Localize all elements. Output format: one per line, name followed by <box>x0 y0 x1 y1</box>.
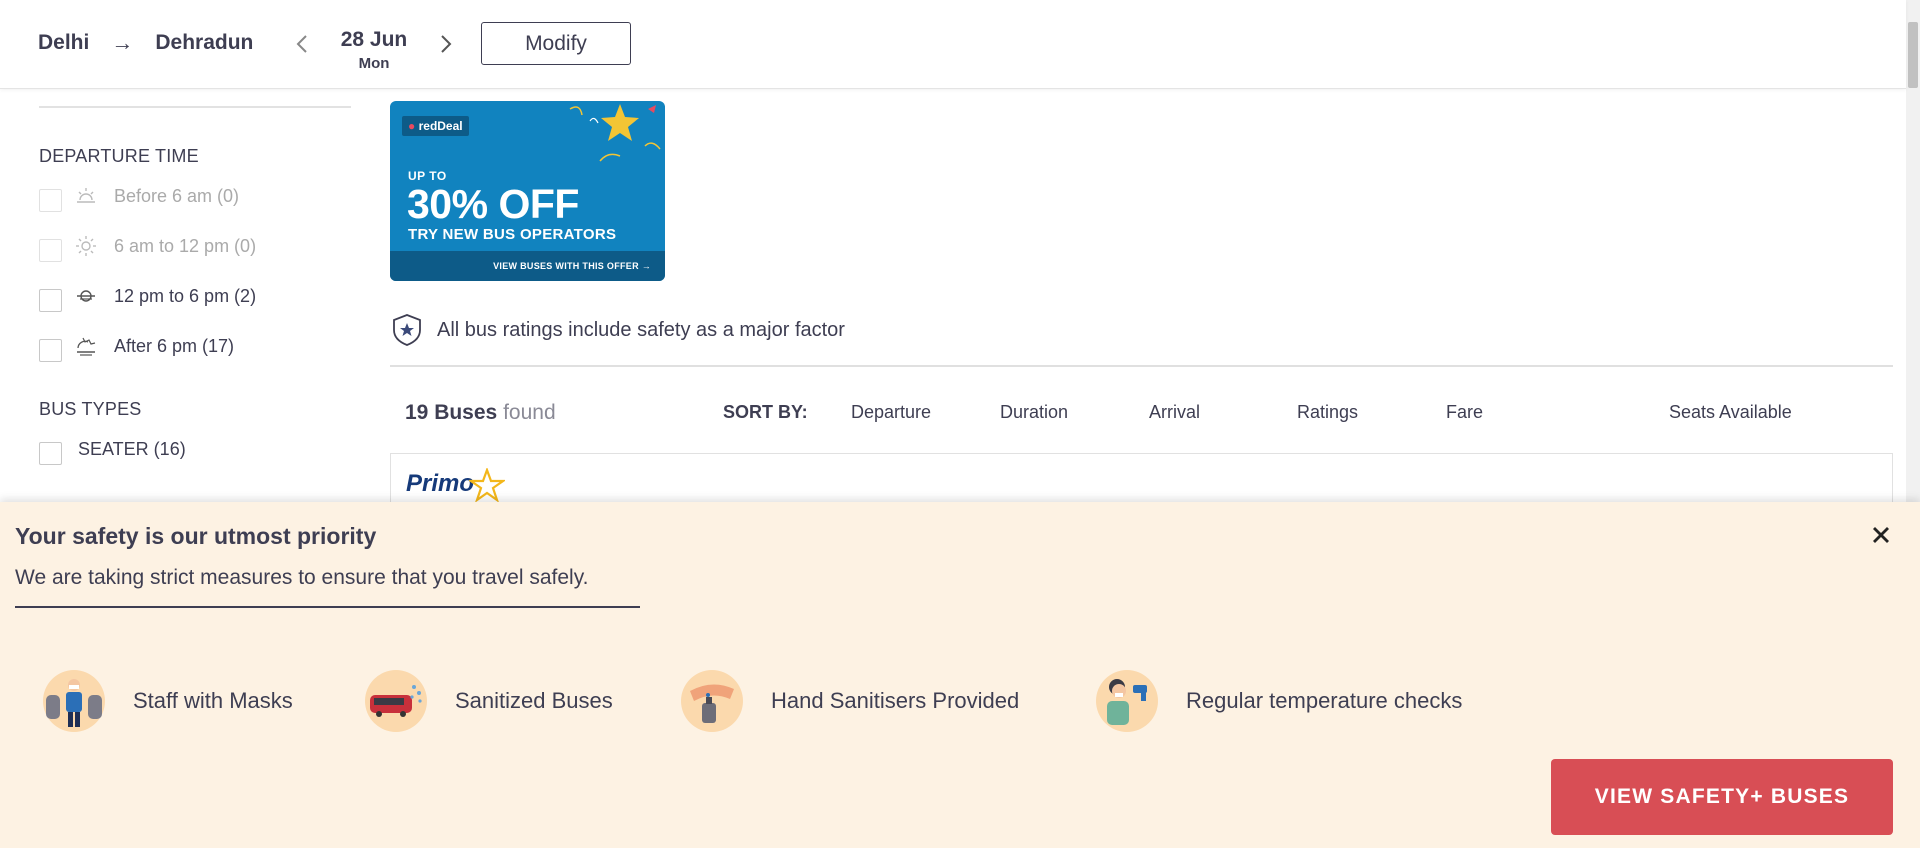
sun-horizon-icon <box>74 284 98 308</box>
route-summary: Delhi → Dehradun <box>38 30 253 56</box>
sort-ratings[interactable]: Ratings <box>1297 402 1358 423</box>
feature-label: Staff with Masks <box>133 688 293 713</box>
promo-tagline: TRY NEW BUS OPERATORS <box>408 226 617 243</box>
operator-logo: Primo <box>406 470 474 498</box>
overlay-subtitle[interactable]: We are taking strict measures to ensure … <box>15 566 588 590</box>
promo-banner[interactable]: ● redDeal UP TO 30% OFF TRY NEW BUS OPER… <box>390 101 665 281</box>
sort-seats-available[interactable]: Seats Available <box>1669 402 1792 423</box>
filter-label: Before 6 am (0) <box>114 185 240 206</box>
feature-label: Sanitized Buses <box>455 688 613 713</box>
sun-icon <box>74 234 98 258</box>
safety-rating-note: All bus ratings include safety as a majo… <box>391 313 845 347</box>
tag-icon: ● <box>408 119 416 133</box>
filter-label: SEATER (16) <box>78 438 186 459</box>
checkbox[interactable] <box>39 441 62 465</box>
filter-sidebar: DEPARTURE TIME Before 6 am (0) 6 am to 1… <box>39 106 351 474</box>
star-logo-icon <box>469 468 505 502</box>
filter-seater[interactable]: SEATER (16) <box>39 424 351 474</box>
day-label: Mon <box>358 55 390 72</box>
feature-label: Regular temperature checks <box>1186 688 1463 713</box>
travel-date[interactable]: 28 Jun Mon <box>314 28 434 72</box>
destination-city[interactable]: Dehradun <box>155 31 253 55</box>
sort-by-label: SORT BY: <box>723 402 808 422</box>
sort-duration[interactable]: Duration <box>1000 402 1068 423</box>
sort-bar: 19 Buses found SORT BY: Departure Durati… <box>405 401 1895 431</box>
checkbox[interactable] <box>39 338 62 362</box>
feature-sanitized-buses: Sanitized Buses <box>365 666 613 736</box>
filter-after-6pm[interactable]: After 6 pm (17) <box>39 321 351 371</box>
sunset-icon <box>74 334 98 358</box>
sort-arrival[interactable]: Arrival <box>1149 402 1200 423</box>
hand-sanitiser-icon <box>681 670 743 732</box>
overlay-title: Your safety is our utmost priority <box>15 523 377 549</box>
view-safety-buses-button[interactable]: VIEW SAFETY+ BUSES <box>1551 759 1893 835</box>
operator-logo-text: Primo <box>406 470 475 497</box>
safety-note-text: All bus ratings include safety as a majo… <box>437 318 845 341</box>
scrollbar-thumb[interactable] <box>1908 22 1918 88</box>
top-bar: Delhi → Dehradun 28 Jun Mon Modify <box>0 0 1906 89</box>
bus-count: 19 Buses <box>405 401 498 424</box>
modify-button[interactable]: Modify <box>481 22 631 65</box>
chevron-right-icon[interactable] <box>434 32 458 56</box>
divider <box>39 106 351 108</box>
close-icon[interactable] <box>1866 520 1896 550</box>
results-count: 19 Buses found <box>405 401 556 425</box>
filter-label: 6 am to 12 pm (0) <box>114 235 257 256</box>
filter-12pm-6pm[interactable]: 12 pm to 6 pm (2) <box>39 271 351 321</box>
arrow-right-icon: → <box>111 30 134 55</box>
bus-types-title: BUS TYPES <box>39 399 142 419</box>
reddeal-label: redDeal <box>418 119 463 133</box>
filter-label: 12 pm to 6 pm (2) <box>114 285 257 306</box>
feature-temperature-checks: Regular temperature checks <box>1096 666 1462 736</box>
checkbox[interactable] <box>39 238 62 262</box>
sort-fare[interactable]: Fare <box>1446 402 1483 423</box>
safety-overlay: Your safety is our utmost priority We ar… <box>0 502 1920 848</box>
source-city[interactable]: Delhi <box>38 31 89 55</box>
subtitle-underline <box>15 606 640 608</box>
filter-6am-12pm[interactable]: 6 am to 12 pm (0) <box>39 221 351 271</box>
checkbox[interactable] <box>39 288 62 312</box>
sanitized-bus-icon <box>365 670 427 732</box>
checkbox[interactable] <box>39 188 62 212</box>
sort-departure[interactable]: Departure <box>851 402 931 423</box>
date-navigator: 28 Jun Mon <box>290 28 458 72</box>
promo-cta[interactable]: VIEW BUSES WITH THIS OFFER → <box>493 261 651 271</box>
promo-footer: VIEW BUSES WITH THIS OFFER → <box>390 251 665 281</box>
temperature-check-icon <box>1096 670 1158 732</box>
filter-before-6am[interactable]: Before 6 am (0) <box>39 171 351 221</box>
staff-mask-icon <box>43 670 105 732</box>
promo-discount: 30% OFF <box>407 181 579 227</box>
chevron-left-icon[interactable] <box>290 32 314 56</box>
shield-star-icon <box>393 314 421 346</box>
feature-label: Hand Sanitisers Provided <box>771 688 1020 713</box>
feature-hand-sanitisers: Hand Sanitisers Provided <box>681 666 1019 736</box>
reddeal-tag: ● redDeal <box>402 116 469 136</box>
divider <box>390 365 1893 367</box>
departure-time-title: DEPARTURE TIME <box>39 146 199 166</box>
sunrise-icon <box>74 184 98 208</box>
feature-staff-masks: Staff with Masks <box>43 666 293 736</box>
found-label: found <box>503 401 556 424</box>
confetti-decoration <box>569 104 661 162</box>
filter-label: After 6 pm (17) <box>114 335 235 356</box>
date-label: 28 Jun <box>340 28 408 51</box>
